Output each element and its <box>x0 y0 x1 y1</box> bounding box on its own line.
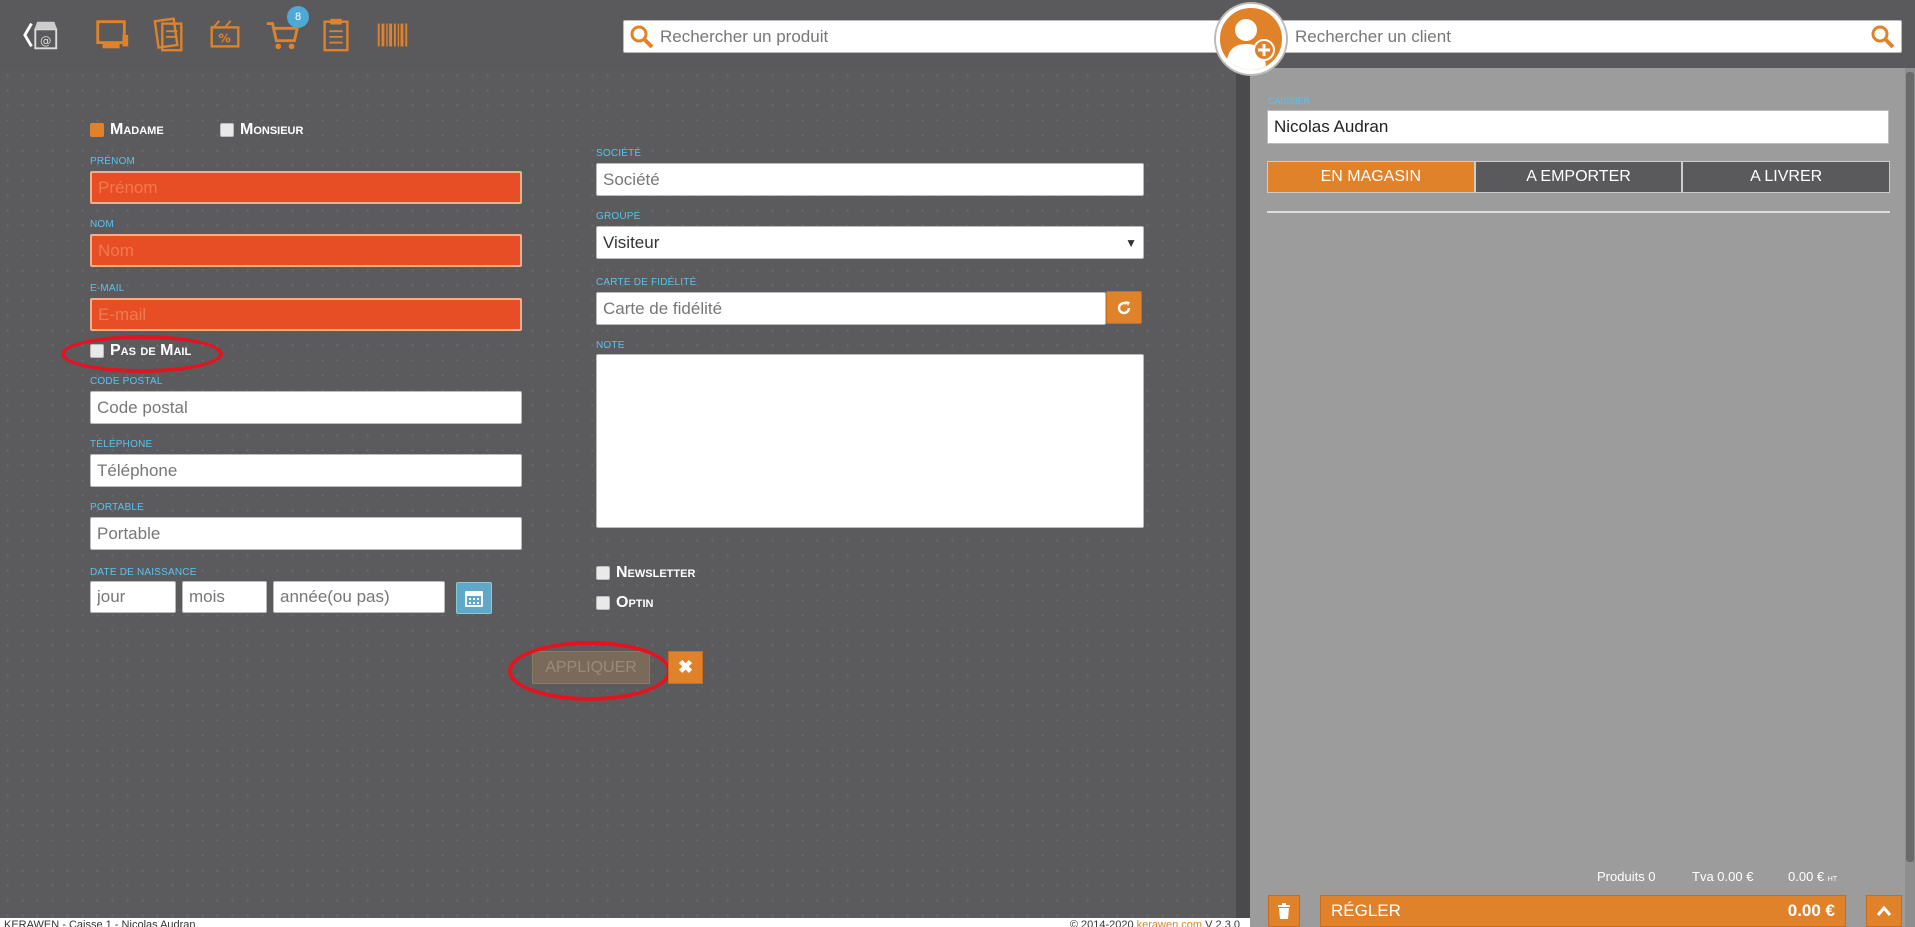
pay-label: RÉGLER <box>1331 901 1401 920</box>
trash-icon <box>1278 903 1290 919</box>
svg-text:%: % <box>218 32 230 46</box>
footer-copyright: © 2014-2020 kerawen.com V 2.3.0 <box>1070 918 1240 927</box>
client-search-box <box>1272 20 1902 53</box>
portable-field[interactable] <box>90 517 522 550</box>
ht-amount: 0.00 € <box>1788 869 1825 884</box>
portable-label: Portable <box>90 502 145 513</box>
cancel-button[interactable]: ✖ <box>668 651 703 684</box>
chevron-up-icon <box>1876 905 1892 916</box>
birth-year-field[interactable] <box>273 581 445 613</box>
optin-checkbox[interactable] <box>596 596 610 610</box>
catalog-icon[interactable] <box>147 14 189 56</box>
pay-amount: 0.00 € <box>1787 901 1835 920</box>
order-mode-tabs: EN MAGASIN A EMPORTER A LIVRER <box>1267 161 1891 193</box>
refresh-icon <box>1117 300 1131 314</box>
telephone-field[interactable] <box>90 454 522 487</box>
pos-screen-icon[interactable] <box>91 14 133 56</box>
civility-monsieur-option[interactable]: Monsieur <box>220 121 303 139</box>
groupe-select[interactable]: Visiteur ▼ <box>596 226 1144 259</box>
fidelite-field[interactable] <box>596 292 1106 325</box>
prenom-label: Prénom <box>90 156 136 167</box>
cart-count-badge: 8 <box>287 6 309 28</box>
pay-button[interactable]: RÉGLER 0.00 € <box>1320 895 1846 927</box>
add-user-icon <box>1226 19 1275 70</box>
product-search-box <box>623 20 1223 53</box>
calendar-button[interactable] <box>456 582 492 614</box>
highlight-ellipse-apply <box>508 641 671 701</box>
cart-scrollbar[interactable] <box>1905 68 1915 927</box>
email-label: E-mail <box>90 283 125 294</box>
cashier-label: Caissier <box>1268 96 1311 106</box>
nom-label: Nom <box>90 219 114 230</box>
brand-link[interactable]: kerawen.com <box>1137 919 1202 927</box>
copyright-text: © 2014-2020 <box>1069 919 1134 927</box>
clear-cart-button[interactable] <box>1268 895 1300 927</box>
tva-total: Tva 0.00 € <box>1692 869 1754 884</box>
cart-separator <box>1267 211 1890 213</box>
civility-madame-option[interactable]: Madame <box>90 121 164 139</box>
newsletter-label: Newsletter <box>616 564 696 581</box>
optin-option[interactable]: Optin <box>596 594 654 612</box>
close-icon: ✖ <box>677 657 694 677</box>
ht-suffix: HT <box>1827 876 1838 883</box>
birth-month-field[interactable] <box>182 581 267 613</box>
code-postal-label: Code postal <box>90 376 163 387</box>
nom-field[interactable] <box>90 234 522 267</box>
groupe-label: Groupe <box>596 211 641 222</box>
fidelite-label: Carte de fidélité <box>596 277 697 288</box>
cashier-field[interactable]: Nicolas Audran <box>1267 110 1889 144</box>
note-label: Note <box>596 340 625 351</box>
search-icon[interactable] <box>1871 25 1895 54</box>
madame-label: Madame <box>110 121 164 138</box>
barcode-icon[interactable] <box>371 14 413 56</box>
note-textarea[interactable] <box>596 354 1144 528</box>
version-text: V 2.3.0 <box>1205 919 1240 927</box>
cart-panel <box>1250 68 1915 927</box>
products-count: Produits 0 <box>1597 869 1656 884</box>
product-search-input[interactable] <box>624 21 1222 52</box>
add-client-button[interactable] <box>1216 4 1286 74</box>
tab-a-livrer[interactable]: A LIVRER <box>1682 161 1891 193</box>
clipboard-icon[interactable] <box>315 14 357 56</box>
ht-total: 0.00 € HT <box>1788 869 1837 884</box>
code-postal-field[interactable] <box>90 391 522 424</box>
societe-label: Société <box>596 148 642 159</box>
highlight-ellipse-no-mail <box>61 335 223 373</box>
optin-label: Optin <box>616 594 654 611</box>
client-search-input[interactable] <box>1273 21 1901 52</box>
footer-session-info: KERAWEN - Caisse 1 - Nicolas Audran <box>4 919 196 927</box>
newsletter-checkbox[interactable] <box>596 566 610 580</box>
telephone-label: Téléphone <box>90 439 153 450</box>
tab-a-emporter[interactable]: A EMPORTER <box>1474 161 1683 193</box>
monsieur-checkbox[interactable] <box>220 123 234 137</box>
back-shop-icon[interactable]: @ <box>20 14 62 56</box>
tab-en-magasin[interactable]: EN MAGASIN <box>1267 161 1475 193</box>
societe-field[interactable] <box>596 163 1144 196</box>
top-toolbar: @ % 8 <box>0 0 1915 68</box>
search-icon <box>630 25 654 54</box>
groupe-selected-value: Visiteur <box>603 232 660 252</box>
birthdate-label: Date de naissance <box>90 567 197 578</box>
calendar-icon <box>465 591 483 607</box>
expand-cart-button[interactable] <box>1866 895 1902 927</box>
monsieur-label: Monsieur <box>240 121 304 138</box>
panel-divider <box>1236 68 1250 927</box>
prenom-field[interactable] <box>90 171 522 204</box>
svg-text:@: @ <box>40 34 51 48</box>
madame-checkbox[interactable] <box>90 123 104 137</box>
promo-icon[interactable]: % <box>204 14 246 56</box>
refresh-card-button[interactable] <box>1106 291 1142 324</box>
email-field[interactable] <box>90 298 522 331</box>
newsletter-option[interactable]: Newsletter <box>596 564 695 582</box>
birth-day-field[interactable] <box>90 581 176 613</box>
status-footer: KERAWEN - Caisse 1 - Nicolas Audran © 20… <box>0 918 1250 927</box>
chevron-down-icon: ▼ <box>1125 235 1137 250</box>
